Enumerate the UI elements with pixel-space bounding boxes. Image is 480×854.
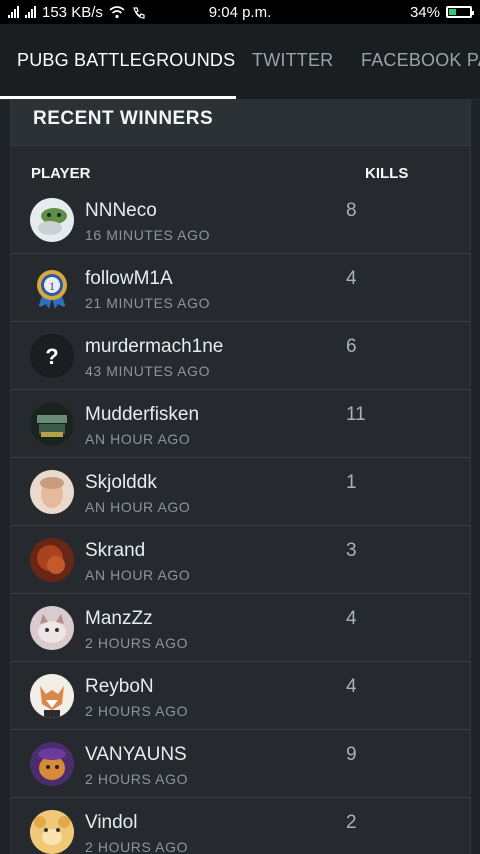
status-right: 34% [409,3,474,21]
kill-count: 11 [346,404,366,425]
cartoon-avatar [30,742,74,786]
kill-count: 8 [346,200,357,221]
table-row[interactable]: Skjolddk AN HOUR AGO 1 [11,458,470,526]
table-row[interactable]: ReyboN 2 HOURS AGO 4 [11,662,470,730]
table-row[interactable]: ? murdermach1ne 43 MINUTES AGO 6 [11,322,470,390]
win-time: 43 MINUTES AGO [85,363,211,379]
table-row[interactable]: 1 followM1A 21 MINUTES AGO 4 [11,254,470,322]
table-row[interactable]: ManzZz 2 HOURS AGO 4 [11,594,470,662]
status-left: 153 KB/s [8,4,149,21]
player-name: murdermach1ne [85,336,224,357]
signal-icon-2 [25,6,36,18]
win-time: AN HOUR AGO [85,431,191,447]
tank-avatar [30,402,74,446]
tab-bar: PUBG BATTLEGROUNDS TWITTER FACEBOOK PA [0,24,480,100]
battery-icon [446,6,474,18]
face-avatar [30,470,74,514]
kill-count: 3 [346,540,357,561]
table-row[interactable]: Skrand AN HOUR AGO 3 [11,526,470,594]
player-name: ReyboN [85,676,154,697]
kill-count: 1 [346,472,357,493]
recent-winners-card: RECENT WINNERS PLAYER KILLS NNNeco 16 MI… [10,99,471,854]
table-row[interactable]: VANYAUNS 2 HOURS AGO 9 [11,730,470,798]
kill-count: 2 [346,812,357,833]
win-time: 21 MINUTES AGO [85,295,211,311]
svg-text:1: 1 [49,279,55,293]
player-name: VANYAUNS [85,744,187,765]
bear-avatar [30,810,74,854]
player-name: NNNeco [85,200,157,221]
win-time: 2 HOURS AGO [85,635,189,651]
medal-avatar: 1 [30,266,74,310]
fox-avatar [30,674,74,718]
table-row[interactable]: Vindol 2 HOURS AGO 2 [11,798,470,854]
player-name: Mudderfisken [85,404,200,425]
win-time: 16 MINUTES AGO [85,227,211,243]
svg-text:?: ? [45,344,58,369]
player-name: Vindol [85,812,138,833]
table-row[interactable]: NNNeco 16 MINUTES AGO 8 [11,186,470,254]
wifi-icon [109,5,125,18]
orange-avatar [30,538,74,582]
kill-count: 4 [346,268,357,289]
player-name: followM1A [85,268,173,289]
battery-percent: 34% [409,3,440,21]
column-header-player: PLAYER [31,165,91,182]
question-avatar: ? [30,334,74,378]
column-headers: PLAYER KILLS [11,146,470,186]
kill-count: 6 [346,336,357,357]
table-row[interactable]: Mudderfisken AN HOUR AGO 11 [11,390,470,458]
win-time: AN HOUR AGO [85,499,191,515]
battery-fill [449,9,456,15]
hd-call-icon [133,6,145,19]
cat-avatar [30,606,74,650]
tab-facebook[interactable]: FACEBOOK PA [361,24,480,96]
win-time: AN HOUR AGO [85,567,191,583]
signal-icon [8,6,19,18]
tab-pubg-battlegrounds[interactable]: PUBG BATTLEGROUNDS [17,24,235,96]
player-name: Skjolddk [85,472,157,493]
kill-count: 4 [346,676,357,697]
column-header-kills: KILLS [365,165,409,182]
win-time: 2 HOURS AGO [85,703,189,719]
kill-count: 4 [346,608,357,629]
win-time: 2 HOURS AGO [85,839,189,854]
status-bar: 153 KB/s 9:04 p.m. 34% [0,0,480,24]
win-time: 2 HOURS AGO [85,771,189,787]
tab-twitter[interactable]: TWITTER [252,24,333,96]
kill-count: 9 [346,744,357,765]
card-title: RECENT WINNERS [11,99,470,146]
frog-avatar [30,198,74,242]
network-speed: 153 KB/s [42,3,103,21]
player-name: Skrand [85,540,146,561]
player-name: ManzZz [85,608,153,629]
